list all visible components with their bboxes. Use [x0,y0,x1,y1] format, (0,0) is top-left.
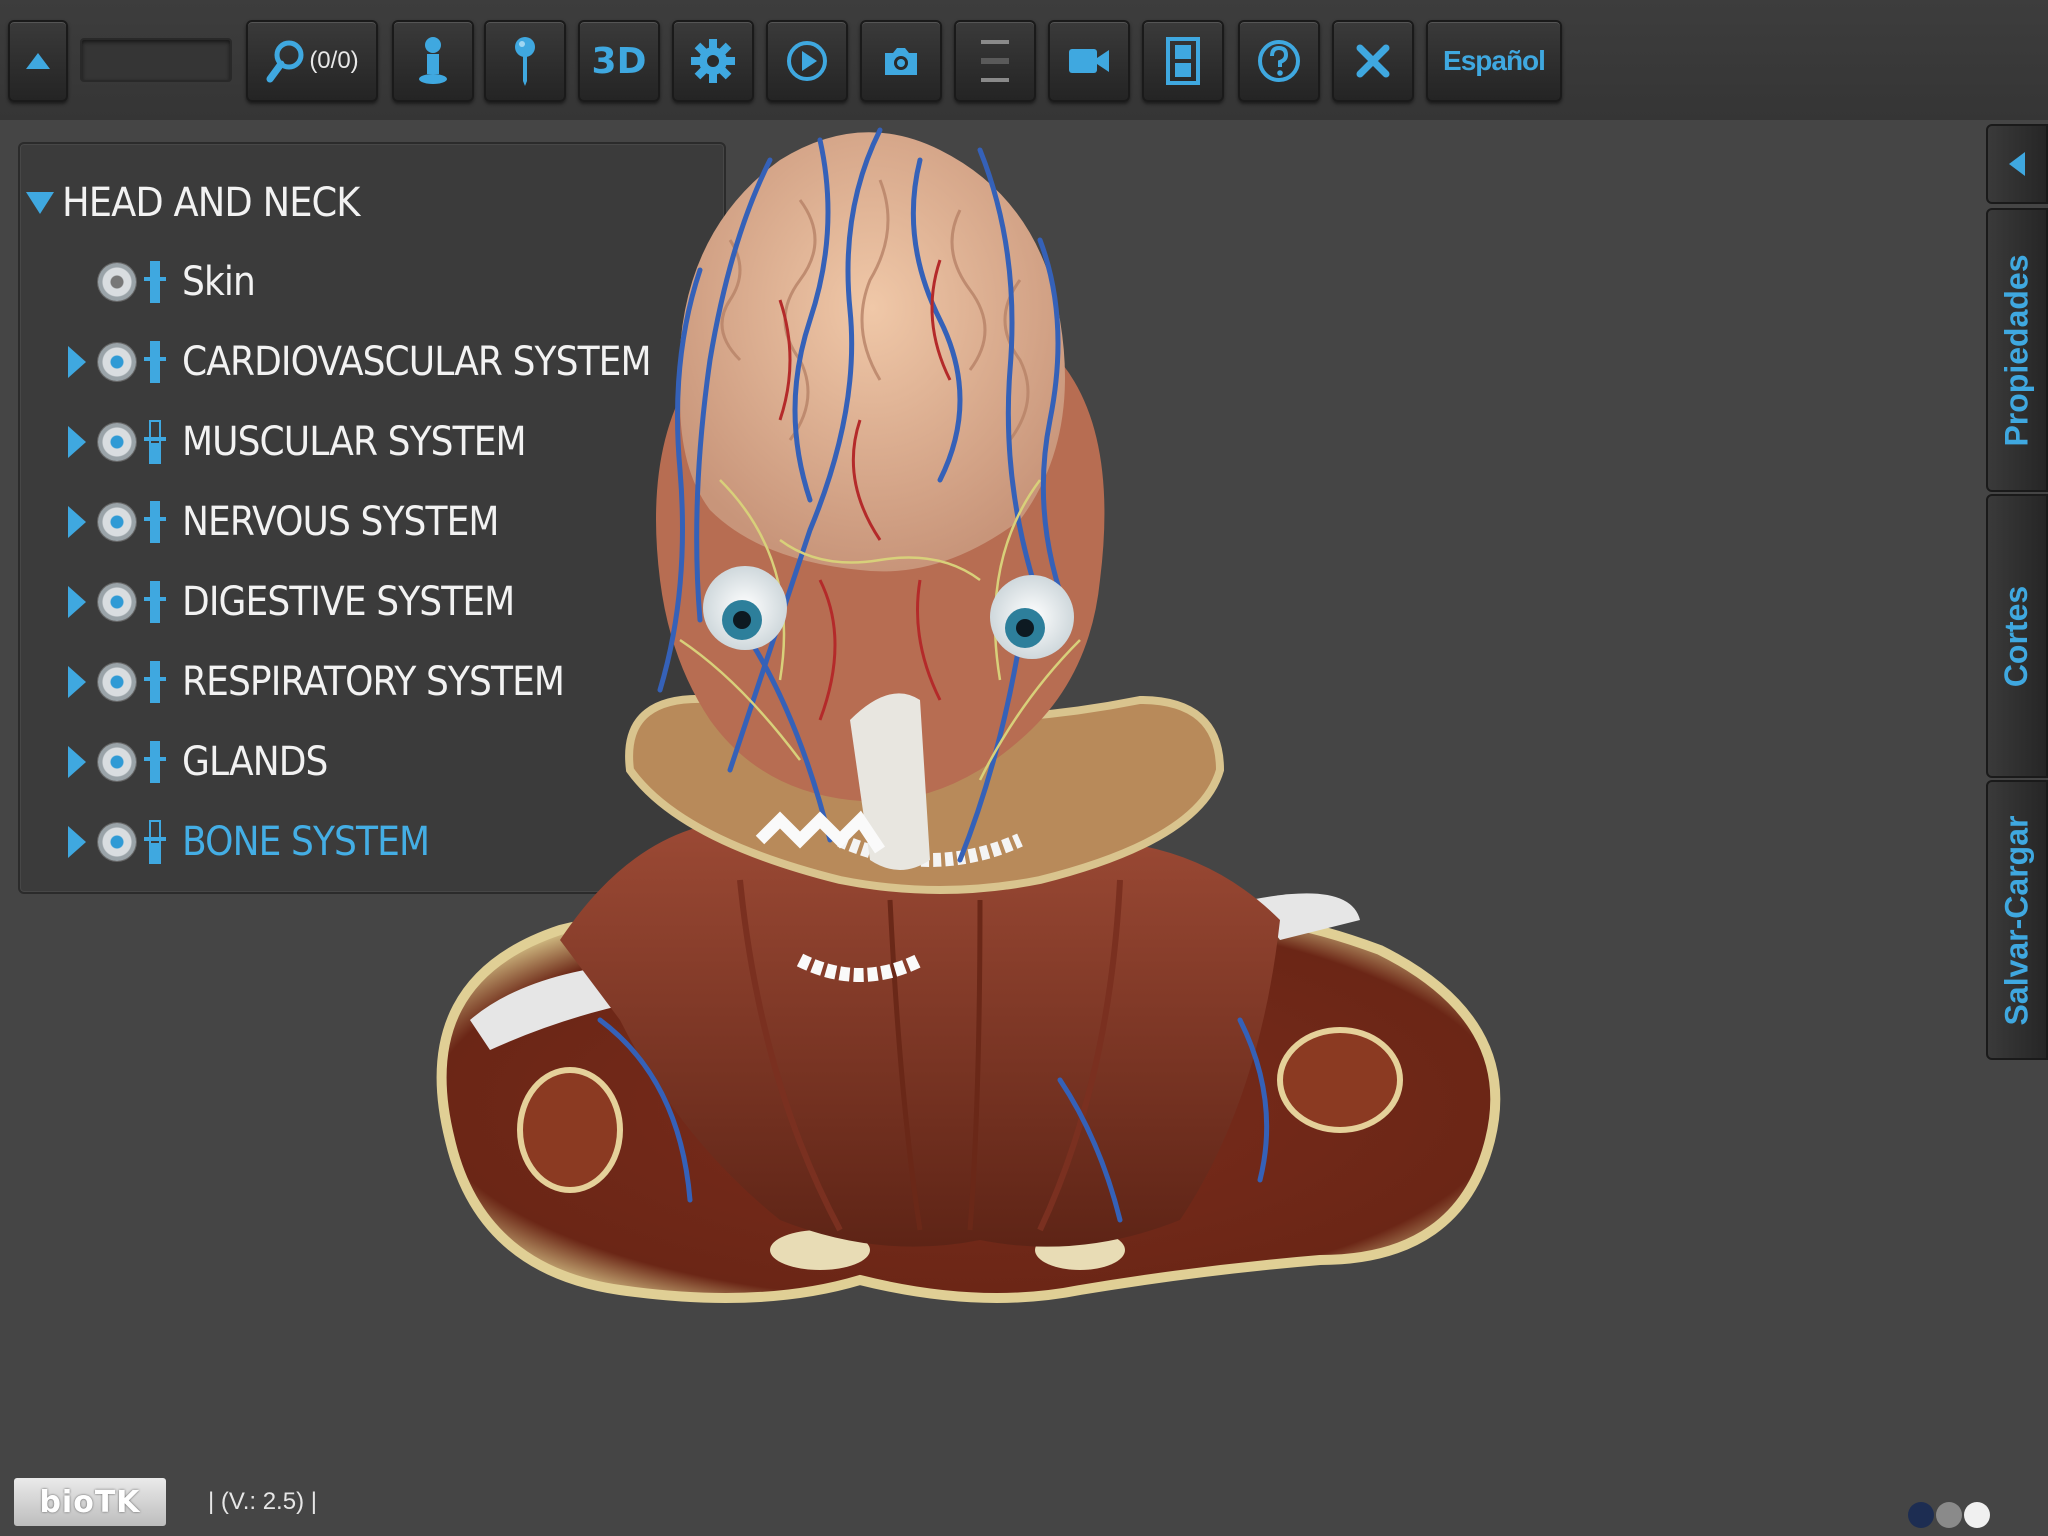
select-pin-icon[interactable] [144,659,166,705]
help-button[interactable] [1238,20,1320,102]
settings-button[interactable] [672,20,754,102]
film-button[interactable] [1142,20,1224,102]
help-icon [1258,40,1300,82]
person-icon [419,37,447,84]
toolbar: (0/0) 3D Español [0,0,2048,120]
video-button[interactable] [1048,20,1130,102]
tab-properties-label: Propiedades [1998,253,2035,447]
tree-root-label: HEAD AND NECK [62,180,360,226]
language-label: Español [1443,45,1546,76]
expand-triangle-icon[interactable] [68,826,86,858]
left-eyeball [703,566,787,650]
play-button[interactable] [766,20,848,102]
tab-save-load[interactable]: Salvar-Cargar [1986,780,2048,1060]
camera-icon [885,48,917,75]
left-arrow-icon [2009,152,2025,176]
expand-triangle-icon[interactable] [68,346,86,378]
logo-text: bioTK [39,1484,141,1520]
up-arrow-icon [26,53,50,69]
person-button[interactable] [392,20,474,102]
tree-root-head-and-neck[interactable]: HEAD AND NECK [26,180,385,226]
tree-item-bone-system[interactable]: BONE SYSTEM [68,812,457,872]
tree-item-glands[interactable]: GLANDS [68,732,344,792]
search-button[interactable]: (0/0) [246,20,378,102]
page-dot[interactable] [1936,1502,1962,1528]
select-pin-icon[interactable] [144,739,166,785]
page-dot[interactable] [1908,1502,1934,1528]
page-indicator [1908,1502,1990,1528]
visibility-eye-icon[interactable] [98,343,136,381]
biotk-logo: bioTK [14,1478,166,1526]
expand-triangle-icon[interactable] [68,426,86,458]
screenshot-button[interactable] [860,20,942,102]
select-pin-icon[interactable] [144,259,166,305]
brain [679,132,1065,572]
3d-anatomy-viewport[interactable] [420,120,1520,1420]
expand-triangle-icon[interactable] [68,586,86,618]
3d-icon: 3D [591,40,647,82]
select-pin-icon[interactable] [144,419,166,465]
tree-item-skin[interactable]: Skin [68,252,263,312]
visibility-eye-icon[interactable] [98,743,136,781]
select-pin-icon[interactable] [144,499,166,545]
expand-triangle-icon[interactable] [68,746,86,778]
film-icon [1166,37,1200,85]
select-pin-icon[interactable] [144,819,166,865]
visibility-eye-icon[interactable] [98,423,136,461]
tree-item-label: BONE SYSTEM [182,819,430,865]
visibility-eye-icon[interactable] [98,503,136,541]
collapse-triangle-icon[interactable] [26,192,54,214]
play-icon [787,41,827,81]
expand-triangle-icon[interactable] [68,666,86,698]
slider-icon [981,40,1009,82]
select-pin-icon[interactable] [144,579,166,625]
slider-button[interactable] [954,20,1036,102]
close-icon [1356,44,1390,78]
visibility-eye-icon[interactable] [98,263,136,301]
tab-properties[interactable]: Propiedades [1986,208,2048,492]
tree-item-label: Skin [182,259,256,305]
close-button[interactable] [1332,20,1414,102]
tab-cuts[interactable]: Cortes [1986,494,2048,778]
visibility-eye-icon[interactable] [98,663,136,701]
search-input[interactable] [80,38,232,82]
panel-toggle-button[interactable] [1986,124,2048,204]
select-pin-icon[interactable] [144,339,166,385]
tab-save-load-label: Salvar-Cargar [1998,815,2035,1025]
tab-cuts-label: Cortes [1998,585,2035,687]
search-count: (0/0) [309,47,359,74]
search-icon [266,40,304,83]
expand-triangle-icon[interactable] [68,506,86,538]
language-button[interactable]: Español [1426,20,1562,102]
3d-button[interactable]: 3D [578,20,660,102]
visibility-eye-icon[interactable] [98,823,136,861]
gear-icon [691,39,735,83]
version-label: | (V.: 2.5) | [208,1488,317,1515]
pin-button[interactable] [484,20,566,102]
video-camera-icon [1069,49,1109,73]
right-eyeball [990,575,1074,659]
page-dot[interactable] [1964,1502,1990,1528]
tree-item-label: GLANDS [182,739,328,785]
collapse-toolbar-button[interactable] [8,20,68,102]
visibility-eye-icon[interactable] [98,583,136,621]
pin-icon [515,37,535,86]
